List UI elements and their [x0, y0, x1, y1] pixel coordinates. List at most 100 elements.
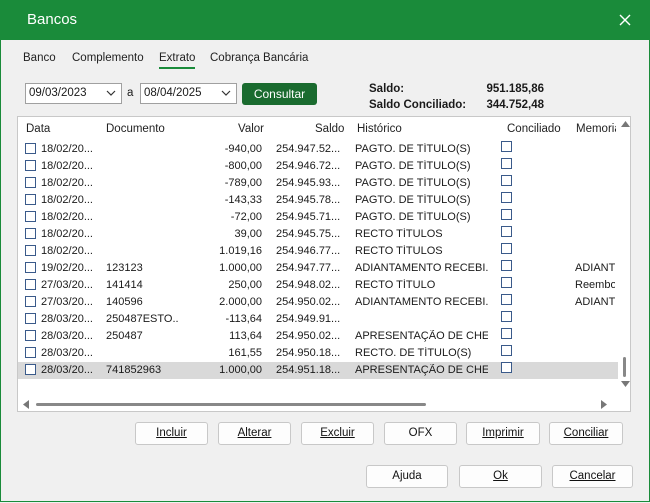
row-select-checkbox[interactable] — [25, 143, 36, 154]
cell-saldo: 254.945.75... — [276, 228, 341, 240]
column-header-historico[interactable]: Histórico — [357, 123, 402, 135]
cell-documento: 250487ESTO... — [106, 313, 178, 325]
conciliado-checkbox[interactable] — [501, 294, 512, 305]
cell-data: 27/03/20... — [41, 279, 93, 291]
row-select-checkbox[interactable] — [25, 211, 36, 222]
chevron-down-icon[interactable] — [221, 90, 231, 96]
tab-extrato[interactable]: Extrato — [159, 52, 196, 69]
table-row[interactable]: 18/02/20... -800,00 254.946.72... PAGTO. DE… — [18, 158, 618, 175]
tab-banco[interactable]: Banco — [23, 52, 56, 64]
close-icon[interactable] — [614, 9, 636, 31]
date-to-field[interactable]: 08/04/2025 — [140, 83, 237, 104]
excluir-button[interactable]: Excluir — [301, 422, 374, 445]
row-select-checkbox[interactable] — [25, 347, 36, 358]
row-select-checkbox[interactable] — [25, 296, 36, 307]
conciliado-checkbox[interactable] — [501, 328, 512, 339]
ofx-button[interactable]: OFX — [384, 422, 457, 445]
table-row[interactable]: 18/02/20... 39,00 254.945.75... RECTO TÍTUL… — [18, 226, 618, 243]
conciliado-checkbox[interactable] — [501, 260, 512, 271]
cell-valor: -113,64 — [225, 313, 263, 325]
title-bar: Bancos — [0, 0, 650, 40]
table-row[interactable]: 18/02/20... 1.019,16 254.946.77... RECTO TÍ… — [18, 243, 618, 260]
table-row[interactable]: 18/02/20... -940,00 254.947.52... PAGTO. DE… — [18, 141, 618, 158]
help-button[interactable]: Ajuda — [366, 465, 448, 488]
conciliado-checkbox[interactable] — [501, 311, 512, 322]
conciliado-checkbox[interactable] — [501, 175, 512, 186]
table-row[interactable]: 27/03/20... 140596 2.000,00 254.950.02... AD… — [18, 294, 618, 311]
conciliar-button-label: Conciliar — [563, 427, 609, 439]
conciliado-checkbox[interactable] — [501, 362, 512, 373]
conciliado-checkbox[interactable] — [501, 243, 512, 254]
row-select-checkbox[interactable] — [25, 177, 36, 188]
row-select-checkbox[interactable] — [25, 228, 36, 239]
horizontal-scrollbar[interactable] — [18, 397, 618, 411]
column-header-documento[interactable]: Documento — [106, 123, 165, 135]
table-row[interactable]: 18/02/20... -72,00 254.945.71... PAGTO. DE … — [18, 209, 618, 226]
row-select-checkbox[interactable] — [25, 364, 36, 375]
conciliar-button[interactable]: Conciliar — [549, 422, 623, 445]
date-from-field[interactable]: 09/03/2023 — [25, 83, 122, 104]
row-select-checkbox[interactable] — [25, 194, 36, 205]
imprimir-button[interactable]: Imprimir — [466, 422, 540, 445]
row-select-checkbox[interactable] — [25, 262, 36, 273]
cell-valor: -800,00 — [224, 160, 262, 172]
conciliado-checkbox[interactable] — [501, 345, 512, 356]
conciliado-checkbox[interactable] — [501, 141, 512, 152]
table-row[interactable]: 28/03/20... 250487 113,64 254.950.02... APRE… — [18, 328, 618, 345]
table-row[interactable]: 28/03/20... 741852963 1.000,00 254.951.18..… — [18, 362, 618, 379]
column-header-valor[interactable]: Valor — [238, 123, 264, 135]
conciliado-checkbox[interactable] — [501, 192, 512, 203]
cell-data: 18/02/20... — [41, 160, 93, 172]
cell-valor: 161,55 — [228, 347, 262, 359]
conciliado-checkbox[interactable] — [501, 226, 512, 237]
conciliado-checkbox[interactable] — [501, 158, 512, 169]
cell-historico: PAGTO. DE TÍTULO(S) — [355, 143, 471, 155]
table-row[interactable]: 27/03/20... 141414 250,00 254.948.02... RECT… — [18, 277, 618, 294]
column-header-memorial[interactable]: Memorial — [576, 123, 616, 135]
table-row[interactable]: 18/02/20... -789,00 254.945.93... PAGTO. DE… — [18, 175, 618, 192]
row-select-checkbox[interactable] — [25, 330, 36, 341]
incluir-button[interactable]: Incluir — [135, 422, 208, 445]
table-row[interactable]: 28/03/20... 161,55 254.950.18... RECTO. DE … — [18, 345, 618, 362]
cell-data: 18/02/20... — [41, 245, 93, 257]
scroll-up-icon[interactable] — [621, 121, 630, 127]
column-header-saldo[interactable]: Saldo — [315, 123, 344, 135]
scroll-right-icon[interactable] — [601, 400, 607, 409]
date-range-separator: a — [127, 87, 134, 99]
ok-button[interactable]: Ok — [459, 465, 542, 488]
chevron-down-icon[interactable] — [106, 90, 116, 96]
table-row[interactable]: 19/02/20... 123123 1.000,00 254.947.77... AD… — [18, 260, 618, 277]
excluir-button-label: Excluir — [320, 427, 355, 439]
column-header-conciliado[interactable]: Conciliado — [507, 123, 561, 135]
tab-cobranca-bancaria[interactable]: Cobrança Bancária — [210, 52, 308, 64]
row-select-checkbox[interactable] — [25, 160, 36, 171]
scroll-down-icon[interactable] — [621, 381, 630, 387]
cell-historico: RECTO TÍTULO — [355, 279, 436, 291]
vertical-scrollbar[interactable] — [620, 117, 630, 397]
row-select-checkbox[interactable] — [25, 279, 36, 290]
cancel-button[interactable]: Cancelar — [552, 465, 633, 488]
conciliado-checkbox[interactable] — [501, 209, 512, 220]
conciliado-checkbox[interactable] — [501, 277, 512, 288]
saldo-conciliado-label: Saldo Conciliado: — [369, 99, 467, 111]
grid-header: Data Documento Valor Saldo Histórico Con… — [18, 117, 618, 141]
column-header-data[interactable]: Data — [26, 123, 50, 135]
cell-historico: APRESENTAÇÃO DE CHE... — [355, 330, 488, 342]
vertical-scroll-thumb[interactable] — [623, 357, 626, 377]
cell-valor: -940,00 — [224, 143, 262, 155]
table-row[interactable]: 18/02/20... -143,33 254.945.78... PAGTO. DE… — [18, 192, 618, 209]
consult-button[interactable]: Consultar — [242, 83, 317, 105]
scroll-left-icon[interactable] — [23, 400, 29, 409]
horizontal-scroll-thumb[interactable] — [36, 403, 426, 406]
statement-grid[interactable]: Data Documento Valor Saldo Histórico Con… — [17, 116, 631, 412]
table-row[interactable]: 28/03/20... 250487ESTO... -113,64 254.949.9… — [18, 311, 618, 328]
row-select-checkbox[interactable] — [25, 313, 36, 324]
cell-valor: 39,00 — [234, 228, 262, 240]
tab-complemento[interactable]: Complemento — [72, 52, 144, 64]
cell-data: 18/02/20... — [41, 177, 93, 189]
cell-data: 28/03/20... — [41, 313, 93, 325]
row-select-checkbox[interactable] — [25, 245, 36, 256]
saldo-value: 951.185,86 — [486, 83, 544, 95]
cell-documento: 140596 — [106, 296, 143, 308]
alterar-button[interactable]: Alterar — [218, 422, 291, 445]
